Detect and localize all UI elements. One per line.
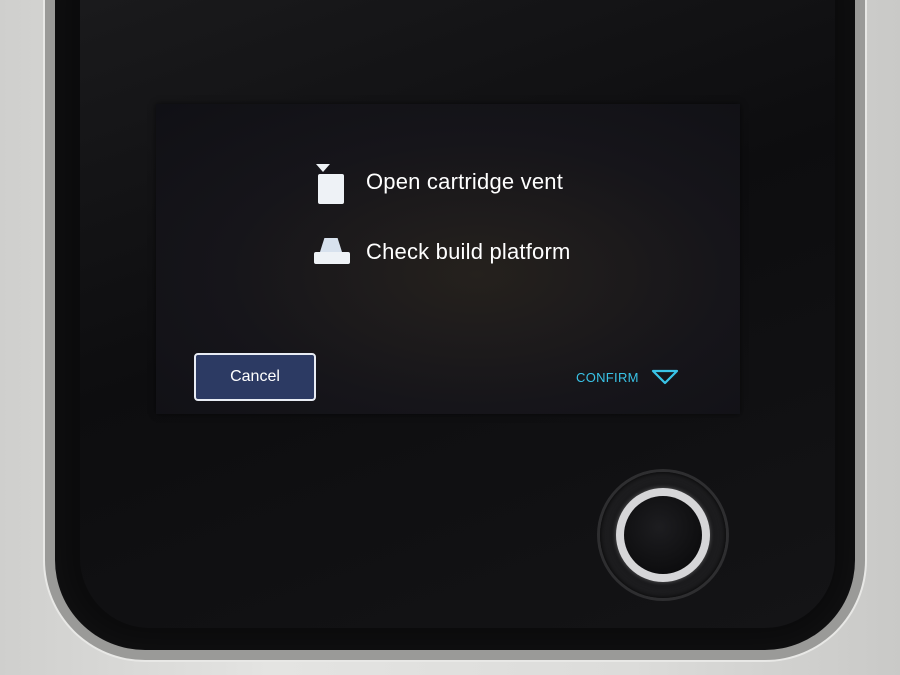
chevron-down-icon (651, 369, 678, 385)
confirm-button-label: CONFIRM (576, 369, 639, 385)
cartridge-vent-icon (314, 162, 352, 204)
build-platform-icon (314, 232, 352, 272)
cancel-button-label: Cancel (230, 368, 280, 385)
menu-item-check-build-platform: Check build platform (314, 232, 571, 272)
display-screen: Open cartridge vent Check build platform… (156, 104, 740, 414)
physical-confirm-button[interactable] (600, 472, 726, 598)
confirm-button[interactable]: CONFIRM (576, 369, 679, 385)
menu-item-label: Check build platform (366, 239, 571, 264)
cancel-button[interactable]: Cancel (194, 353, 316, 401)
menu-item-open-cartridge-vent: Open cartridge vent (314, 162, 564, 204)
button-light-ring (616, 488, 710, 582)
button-center (624, 496, 702, 574)
menu-item-label: Open cartridge vent (366, 169, 564, 194)
